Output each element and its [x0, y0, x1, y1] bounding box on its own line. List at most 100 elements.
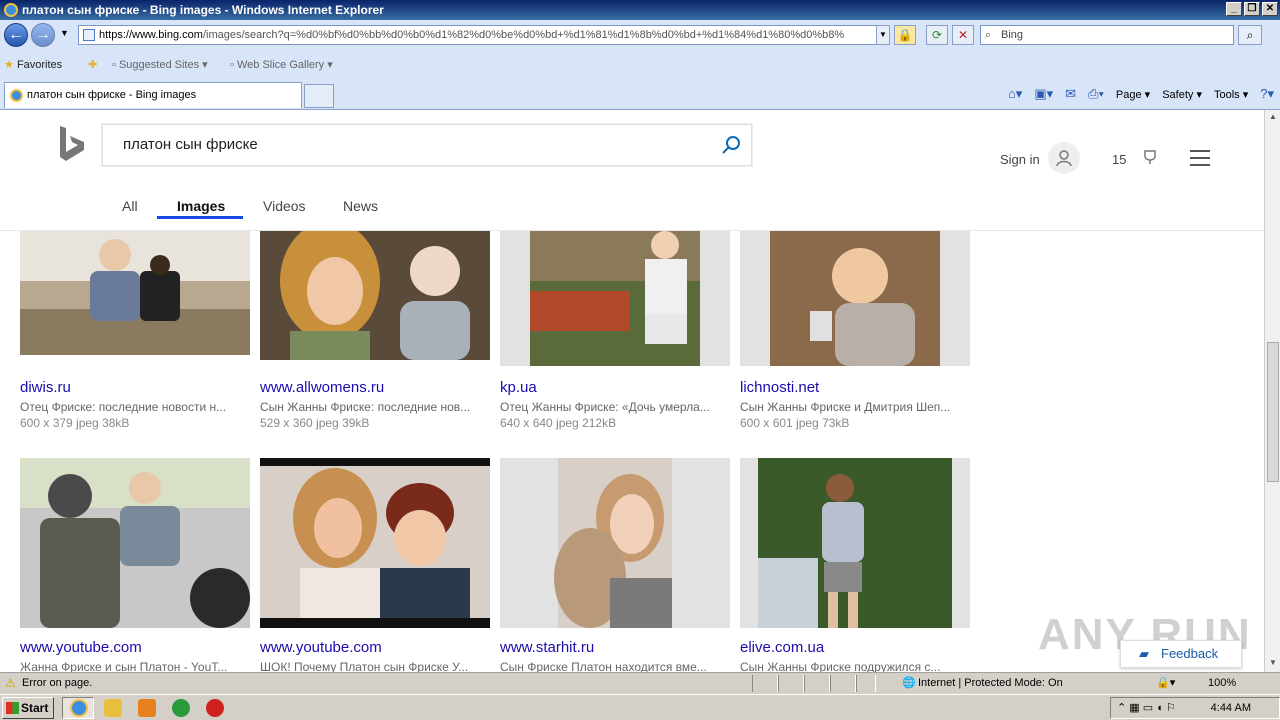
result-description: Сын Фриске Платон находится вме...	[500, 660, 707, 672]
result-thumbnail[interactable]	[20, 458, 250, 628]
tab-videos[interactable]: Videos	[263, 198, 306, 214]
result-thumbnail[interactable]	[740, 231, 970, 366]
home-icon[interactable]: ⌂▾	[1008, 86, 1022, 102]
result-thumbnail[interactable]	[20, 231, 250, 355]
bing-logo-icon[interactable]	[58, 126, 86, 162]
result-thumbnail[interactable]	[740, 458, 970, 628]
security-app-icon[interactable]	[206, 699, 224, 717]
feeds-icon[interactable]: ▣▾	[1034, 86, 1053, 102]
avatar[interactable]	[1048, 142, 1080, 174]
maximize-button[interactable]: ❐	[1244, 2, 1260, 16]
browser-search-input[interactable]: ⌕ Bing	[980, 25, 1234, 45]
start-button[interactable]: Start	[2, 697, 54, 719]
add-favorites-icon[interactable]: ✚	[88, 58, 97, 71]
status-cell	[778, 675, 804, 692]
tab-images[interactable]: Images	[177, 198, 225, 214]
scroll-up-arrow[interactable]: ▲	[1267, 112, 1279, 124]
tab-news[interactable]: News	[343, 198, 378, 214]
address-bar[interactable]: https://www.bing.com/images/search?q=%d0…	[78, 25, 890, 45]
vertical-scrollbar[interactable]: ▲ ▼	[1264, 110, 1280, 672]
status-error-text[interactable]: Error on page.	[22, 677, 92, 689]
media-player-icon[interactable]	[138, 699, 156, 717]
taskbar-ie-button[interactable]	[62, 697, 94, 719]
scroll-thumb[interactable]	[1267, 342, 1279, 482]
zoom-level[interactable]: 100%	[1208, 677, 1236, 689]
result-thumbnail[interactable]	[500, 458, 730, 628]
new-tab-button[interactable]	[304, 84, 334, 108]
suggested-sites-link[interactable]: ▫ Suggested Sites ▾	[112, 58, 208, 71]
result-thumbnail[interactable]	[260, 458, 490, 628]
lock-icon[interactable]: 🔒	[894, 25, 916, 45]
hamburger-menu-icon[interactable]	[1190, 150, 1210, 171]
page-content: платон сын фриске Sign in 15 All Images …	[0, 110, 1264, 672]
sign-in-link[interactable]: Sign in	[1000, 152, 1040, 167]
print-icon[interactable]: ⎙▾	[1088, 86, 1104, 102]
help-icon[interactable]: ?▾	[1260, 86, 1274, 102]
globe-icon: 🌐	[902, 677, 916, 689]
tools-menu[interactable]: Tools ▾	[1214, 88, 1248, 101]
result-source[interactable]: kp.ua	[500, 379, 537, 396]
stop-button[interactable]: ✕	[952, 25, 974, 45]
result-image	[260, 458, 490, 628]
page-menu[interactable]: Page ▾	[1116, 88, 1150, 101]
browser-chrome: ← → ▼ https://www.bing.com/images/search…	[0, 20, 1280, 110]
result-image	[740, 231, 970, 366]
tab-all[interactable]: All	[122, 198, 138, 214]
taskbar: Start ⌃ ▦ ▭ ◖ ⚐ 4:44 AM	[0, 694, 1280, 720]
tools-menu-label: Tools	[1213, 88, 1240, 101]
result-thumbnail[interactable]	[500, 231, 730, 366]
folder-icon[interactable]	[104, 699, 122, 717]
result-source[interactable]: www.starhit.ru	[500, 639, 594, 656]
search-icon[interactable]	[721, 135, 741, 155]
chrome-icon[interactable]	[172, 699, 190, 717]
rewards-count[interactable]: 15	[1112, 152, 1126, 167]
history-dropdown-icon[interactable]: ▼	[60, 28, 69, 38]
mail-icon[interactable]: ✉	[1065, 86, 1076, 102]
status-bar: ⚠ Error on page. 🌐 Internet | Protected …	[0, 672, 1280, 694]
result-image	[500, 458, 730, 628]
clock[interactable]: 4:44 AM	[1211, 702, 1251, 714]
url-domain: https://www.bing.com	[99, 29, 203, 41]
status-cell	[830, 675, 856, 692]
result-source[interactable]: elive.com.ua	[740, 639, 824, 656]
ie-logo-icon	[4, 3, 18, 17]
security-zone-text[interactable]: Internet | Protected Mode: On	[918, 677, 1063, 689]
protected-mode-lock-icon[interactable]: 🔒▾	[1156, 676, 1175, 689]
command-bar: ⌂▾ ▣▾ ✉ ⎙▾ Page ▾ Safety ▾ Tools ▾ ?▾	[1008, 86, 1274, 102]
forward-button[interactable]: →	[31, 23, 55, 47]
search-go-button[interactable]: ⌕	[1238, 25, 1262, 45]
address-dropdown-button[interactable]: ▼	[876, 25, 890, 45]
refresh-button[interactable]: ⟳	[926, 25, 948, 45]
bing-search-query: платон сын фриске	[123, 136, 258, 153]
tray-icons[interactable]: ⌃ ▦ ▭ ◖ ⚐	[1117, 701, 1176, 714]
web-slice-gallery-link[interactable]: ▫ Web Slice Gallery ▾	[230, 58, 333, 71]
result-image	[740, 458, 970, 628]
safety-menu[interactable]: Safety ▾	[1162, 88, 1202, 101]
warning-icon[interactable]: ⚠	[5, 676, 16, 690]
result-source[interactable]: lichnosti.net	[740, 379, 819, 396]
ie-tab-icon	[10, 89, 23, 102]
favorites-button[interactable]: ★ Favorites	[4, 58, 62, 71]
result-source[interactable]: www.allwomens.ru	[260, 379, 384, 396]
result-source[interactable]: www.youtube.com	[20, 639, 142, 656]
scroll-down-arrow[interactable]: ▼	[1267, 658, 1279, 670]
result-description: Сын Жанны Фриске и Дмитрия Шеп...	[740, 400, 951, 414]
back-button[interactable]: ←	[4, 23, 28, 47]
result-source[interactable]: www.youtube.com	[260, 639, 382, 656]
status-cell	[804, 675, 830, 692]
result-image	[500, 231, 730, 366]
result-thumbnail[interactable]	[260, 231, 490, 360]
minimize-button[interactable]: _	[1226, 2, 1242, 16]
trophy-icon[interactable]	[1142, 150, 1158, 166]
result-meta: 600 x 379 jpeg 38kB	[20, 416, 130, 430]
page-icon	[83, 29, 95, 41]
page-menu-label: Page	[1115, 88, 1142, 101]
result-description: Сын Жанны Фриске: последние нов...	[260, 400, 471, 414]
feedback-button[interactable]: ▰ Feedback	[1120, 640, 1242, 668]
tab-bing-images[interactable]: платон сын фриске - Bing images	[4, 82, 302, 108]
result-source[interactable]: diwis.ru	[20, 379, 71, 396]
bing-search-input[interactable]: платон сын фриске	[102, 124, 752, 166]
close-button[interactable]: ✕	[1262, 2, 1278, 16]
page-icon: ▫	[230, 59, 234, 71]
window-title: платон сын фриске - Bing images - Window…	[22, 3, 384, 17]
